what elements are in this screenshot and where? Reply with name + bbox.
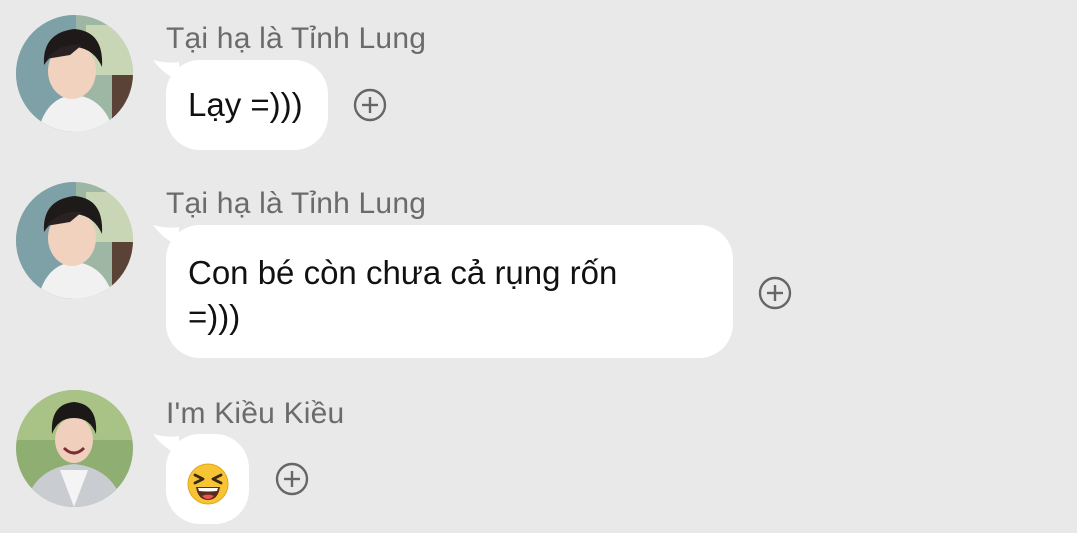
message-bubble[interactable]: Lạy =))) <box>166 60 328 150</box>
chat-message: Tại hạ là Tỉnh Lung Lạy =))) <box>0 0 1077 160</box>
add-reaction-button[interactable] <box>758 276 792 310</box>
chat-message: I'm Kiều Kiều <box>0 380 1077 533</box>
chat-thread: Tại hạ là Tỉnh Lung Lạy =))) Tại hạ là T… <box>0 0 1077 533</box>
grinning-squinting-face-emoji <box>186 462 230 506</box>
add-reaction-icon <box>353 88 387 122</box>
message-text-line: Lạy =))) <box>188 86 303 123</box>
add-reaction-button[interactable] <box>275 462 309 496</box>
profile-photo-avatar <box>16 182 133 299</box>
message-bubble[interactable]: Con bé còn chưa cả rụng rốn =))) <box>166 225 733 358</box>
grinning-squinting-face-icon <box>187 463 229 505</box>
sender-avatar[interactable] <box>16 15 133 132</box>
add-reaction-button[interactable] <box>353 88 387 122</box>
add-reaction-icon <box>758 276 792 310</box>
sender-name: I'm Kiều Kiều <box>166 397 345 430</box>
sender-name: Tại hạ là Tỉnh Lung <box>166 187 427 220</box>
message-bubble[interactable] <box>166 434 249 524</box>
sender-avatar[interactable] <box>16 182 133 299</box>
profile-photo-avatar <box>16 15 133 132</box>
sender-avatar[interactable] <box>16 390 133 507</box>
sender-name: Tại hạ là Tỉnh Lung <box>166 22 427 55</box>
add-reaction-icon <box>275 462 309 496</box>
chat-message: Tại hạ là Tỉnh Lung Con bé còn chưa cả r… <box>0 170 1077 370</box>
message-text-line: Con bé còn chưa cả rụng rốn <box>188 254 618 291</box>
message-text-line: =))) <box>188 298 241 335</box>
profile-photo-avatar <box>16 390 133 507</box>
